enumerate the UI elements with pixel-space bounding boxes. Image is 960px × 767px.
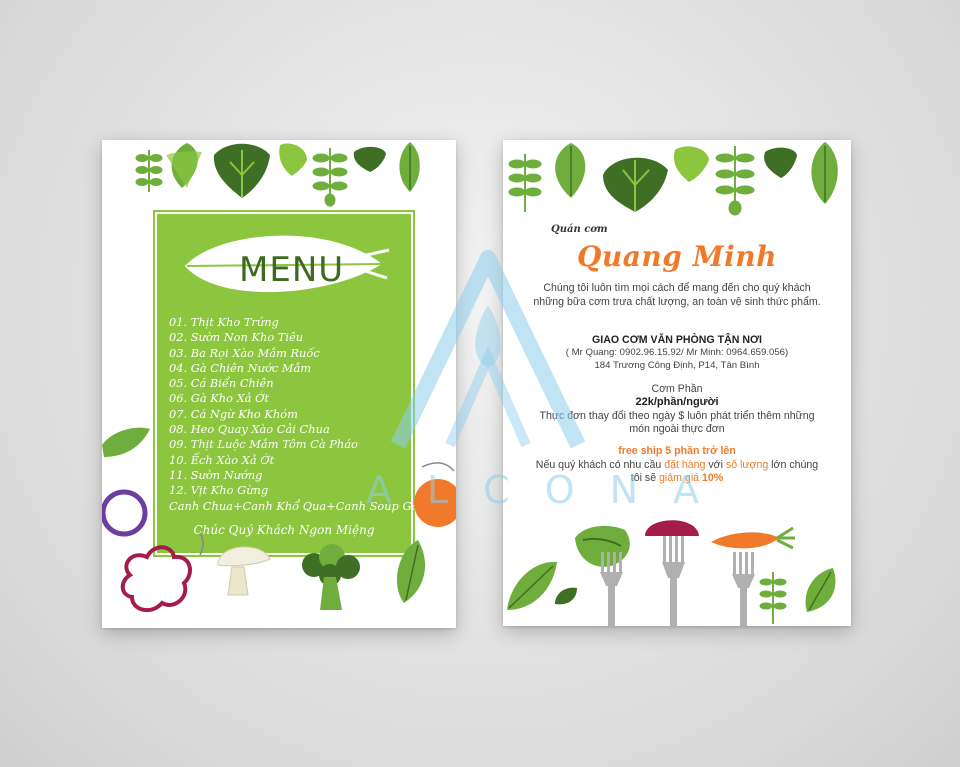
offer-highlight: số lượng [725, 459, 769, 471]
menu-item: 02. Sườn Non Kho Tiêu [169, 330, 304, 345]
leaf-icon [396, 540, 426, 603]
bulk-offer: Nếu quý khách có nhu cầu đặt hàng với số… [503, 459, 851, 485]
fork-vegetable-border [507, 520, 836, 626]
leaf-icon [166, 143, 202, 188]
offer-highlight: đặt hàng [664, 459, 706, 471]
delivery-title: GIAO CƠM VĂN PHÒNG TẬN NƠI [592, 334, 762, 346]
address: 184 Trương Công Định, P14, Tân Bình [594, 359, 760, 371]
info-flyer: Quán cơm Quang Minh Chúng tôi luôn tìm m… [503, 140, 851, 626]
vegetable-border [102, 427, 456, 613]
price: 22k/phần/người [635, 396, 719, 408]
contact-info: ( Mr Quang: 0902.96.15.92/ Mr Minh: 0964… [503, 347, 851, 372]
carrot-slice-icon [414, 462, 456, 527]
fern-icon [135, 150, 163, 192]
menu-flyer: MENU 01. Thịt Kho Trứng 02. Sườn Non Kho… [102, 140, 456, 628]
leaf-icon [805, 568, 836, 612]
menu-item: 03. Ba Rọi Xào Mắm Ruốc [169, 345, 320, 360]
fork-icon [662, 536, 685, 626]
fern-icon [759, 572, 787, 624]
menu-item: 04. Gà Chiên Nước Mắm [169, 360, 312, 375]
carrot-icon [711, 526, 795, 550]
leaf-icon [399, 142, 420, 192]
free-ship-note: free ship 5 phần trở lên [618, 445, 736, 457]
menu-item: 07. Cá Ngừ Kho Khóm [169, 406, 298, 421]
intro-text: Chúng tôi luôn tìm mọi cách để mang đến … [533, 282, 821, 308]
menu-item: 06. Gà Kho Xả Ớt [169, 391, 270, 406]
fern-icon [312, 148, 348, 207]
leaf-icon [555, 587, 577, 605]
price-title: Cơm Phần [651, 383, 703, 395]
bell-pepper-icon [120, 545, 192, 613]
onion-ring-icon [102, 489, 148, 537]
fern-icon [715, 146, 755, 216]
leaf-icon [603, 157, 668, 212]
leaf-border-top [508, 142, 838, 216]
leaf-icon [555, 143, 586, 198]
shop-label: Quán cơm [551, 224, 608, 235]
offer-text: Nếu quý khách có nhu cầu [535, 459, 665, 471]
offer-highlight: giảm giá [659, 471, 700, 484]
menu-item: 05. Cá Biển Chiên [169, 376, 274, 391]
contact-phones: ( Mr Quang: 0902.96.15.92/ Mr Minh: 0964… [565, 347, 789, 358]
leaf-icon [507, 561, 557, 610]
beet-icon [645, 520, 699, 536]
leaf-icon [102, 427, 150, 457]
offer-text: với [705, 459, 726, 471]
shop-name: Quang Minh [577, 240, 777, 273]
leaf-icon [353, 146, 386, 172]
offer-discount: 10% [699, 471, 724, 484]
mushroom-icon [199, 532, 271, 596]
leaf-icon [213, 143, 270, 198]
menu-item: 01. Thịt Kho Trứng [169, 315, 279, 329]
leaf-icon [811, 142, 838, 204]
menu-title: MENU [239, 250, 345, 290]
fork-icon [732, 552, 755, 626]
leaf-icon [673, 146, 709, 182]
leaf-icon [279, 143, 307, 176]
leaf-icon [764, 147, 797, 178]
broccoli-icon [302, 544, 360, 610]
menu-note: Thực đơn thay đổi theo ngày $ luôn phát … [539, 410, 815, 435]
fern-icon [508, 154, 542, 212]
